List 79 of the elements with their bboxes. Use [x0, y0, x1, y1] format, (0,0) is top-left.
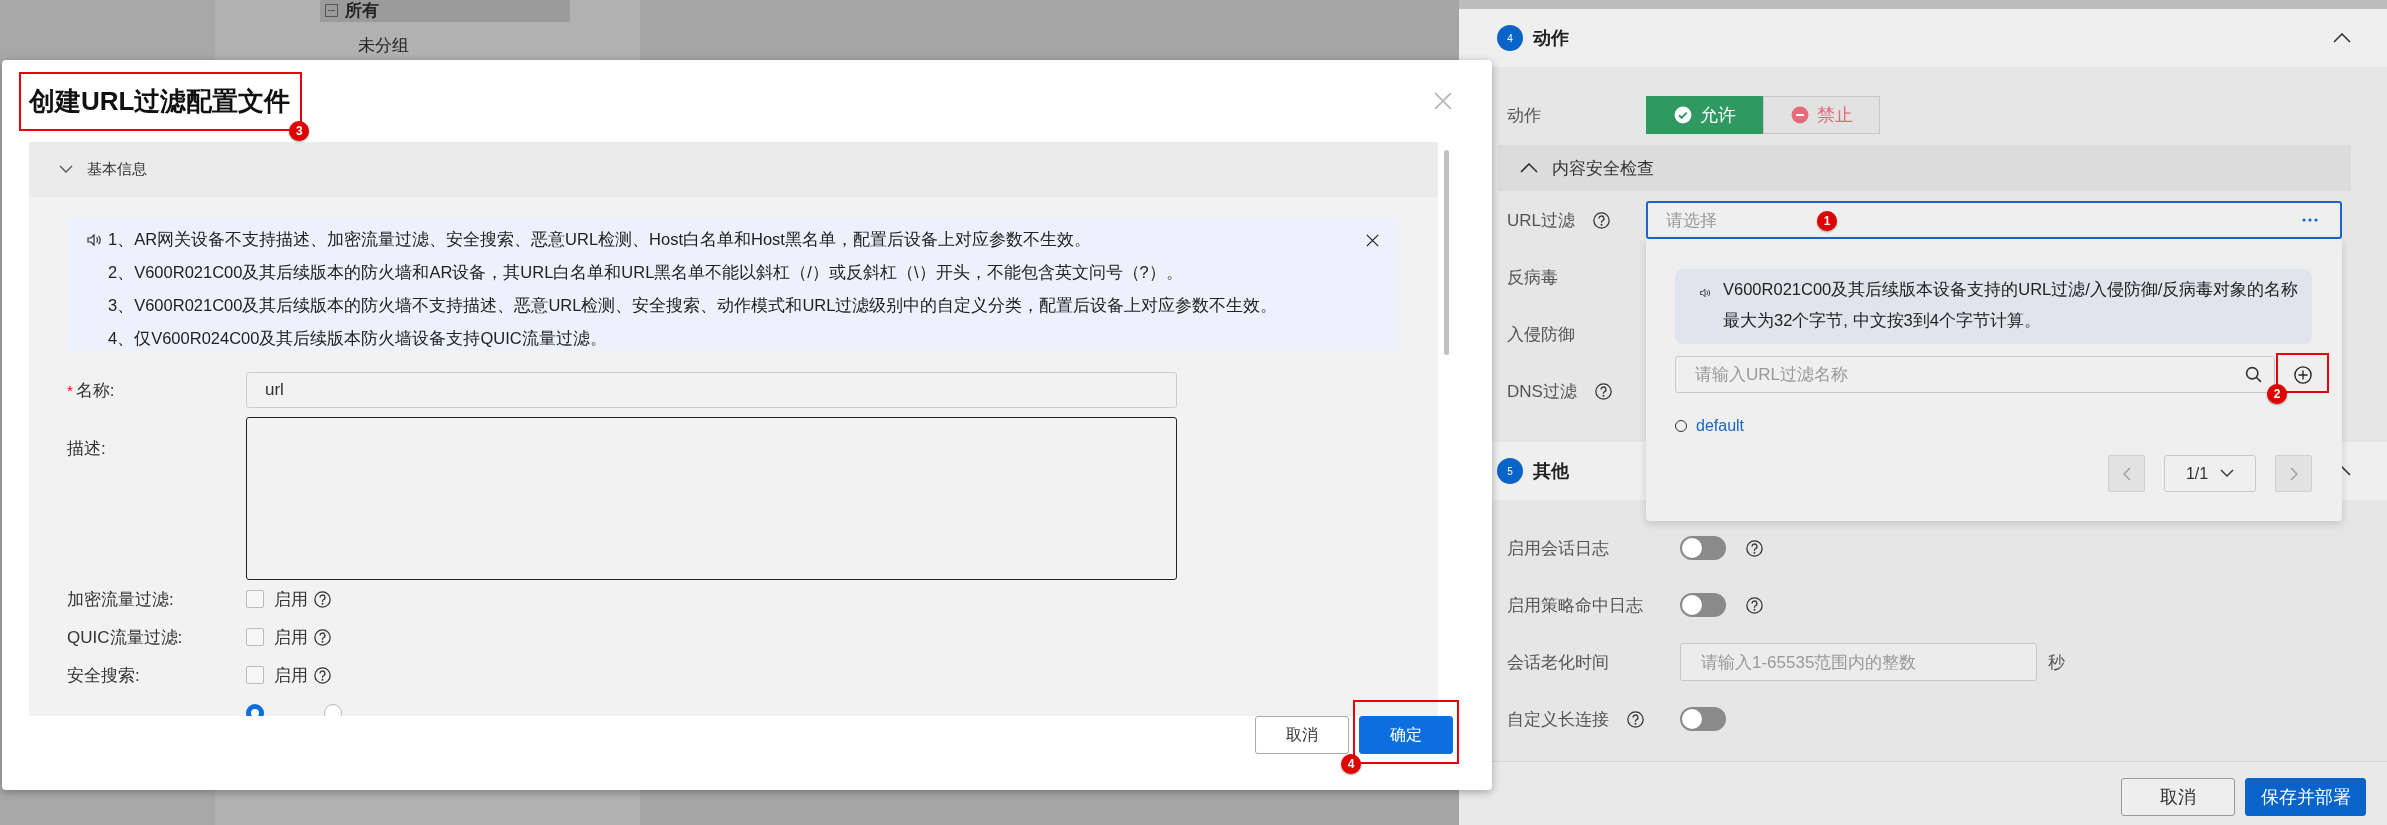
- tree-item[interactable]: 所有: [320, 0, 570, 22]
- toggle-switch[interactable]: [1680, 707, 1726, 731]
- field-label: 安全搜索:: [67, 664, 140, 687]
- name-field[interactable]: url: [246, 372, 1177, 408]
- checkbox[interactable]: [246, 666, 264, 684]
- dialog-title: 创建URL过滤配置文件: [29, 84, 291, 118]
- close-icon[interactable]: [1366, 234, 1379, 247]
- toggle-switch[interactable]: [1680, 536, 1726, 560]
- step-badge: 4: [1341, 754, 1361, 774]
- group-header[interactable]: 内容安全检查: [1498, 145, 2351, 191]
- select-field[interactable]: 请选择 1: [1646, 201, 2342, 239]
- checkbox[interactable]: [246, 590, 264, 608]
- chevron-right-icon: [2289, 466, 2298, 481]
- minus-circle-icon: [1790, 106, 1809, 124]
- field-label: URL过滤: [1507, 209, 1575, 232]
- search-icon[interactable]: [2245, 366, 2262, 383]
- unit-label: 秒: [2048, 651, 2065, 674]
- notice-text: 最大为32个字节, 中文按3到4个字节计算。: [1723, 310, 2042, 331]
- scrollbar[interactable]: [1444, 150, 1449, 355]
- confirm-button[interactable]: 确定: [1359, 716, 1453, 754]
- group-title: 内容安全检查: [1552, 157, 1654, 180]
- field-label: 名称:: [75, 379, 115, 402]
- field-label: DNS过滤: [1507, 380, 1577, 403]
- save-deploy-button[interactable]: 保存并部署: [2245, 777, 2366, 816]
- cancel-button[interactable]: 取消: [1255, 716, 1349, 754]
- help-icon[interactable]: [1593, 211, 1610, 229]
- field-label: 动作: [1507, 104, 1541, 127]
- chevron-down-icon[interactable]: [59, 165, 73, 174]
- step-badge: 2: [2267, 383, 2287, 404]
- description-field[interactable]: [246, 417, 1177, 580]
- check-circle-icon: [1673, 106, 1692, 124]
- collapse-icon[interactable]: [325, 3, 338, 17]
- field-label: 描述:: [67, 438, 106, 460]
- cancel-button[interactable]: 取消: [2121, 777, 2235, 816]
- option-item[interactable]: default: [1675, 413, 1745, 439]
- help-icon[interactable]: [314, 666, 331, 684]
- section-title: 其他: [1533, 460, 1569, 483]
- checkbox[interactable]: [246, 628, 264, 646]
- step-number: 5: [1497, 458, 1523, 484]
- chevron-left-icon: [2122, 466, 2131, 481]
- allow-toggle-button[interactable]: 允许: [1646, 96, 1763, 134]
- help-icon[interactable]: [1594, 382, 1612, 400]
- page-select[interactable]: 1/1: [2164, 455, 2256, 492]
- notice-text: 1、AR网关设备不支持描述、加密流量过滤、安全搜索、恶意URL检测、Host白名单和Host黑名单，配置后设备上对应参数不生效。: [108, 228, 1091, 250]
- option-label: 启用: [274, 588, 308, 611]
- notice-text: 3、V600R021C00及其后续版本的防火墙不支持描述、恶意URL检测、安全搜索、动作模式和URL过滤级别中的自定义分类，配置后设备上对应参数不生效。: [108, 294, 1278, 316]
- option-label: 启用: [274, 664, 308, 687]
- more-icon[interactable]: [2302, 218, 2318, 222]
- notice-text: 2、V600R021C00及其后续版本的防火墙和AR设备，其URL白名单和URL黑名单不能以斜杠（/）或反斜杠（\）开头，不能包含英文问号（?）。: [108, 261, 1183, 283]
- speaker-icon: [1699, 287, 1711, 299]
- add-button[interactable]: [2294, 365, 2312, 384]
- field-label: 加密流量过滤:: [67, 588, 174, 611]
- section-title: 动作: [1533, 27, 1569, 50]
- help-icon[interactable]: [314, 628, 331, 646]
- field-label: 自定义长连接: [1507, 708, 1609, 731]
- step-badge: 1: [1817, 210, 1837, 231]
- field-label: 会话老化时间: [1507, 651, 1609, 674]
- option-label: 启用: [274, 626, 308, 649]
- step-number: 4: [1497, 25, 1523, 51]
- field-label: 启用策略命中日志: [1507, 594, 1643, 617]
- notice-text: 4、仅V600R024C00及其后续版本防火墙设备支持QUIC流量过滤。: [108, 327, 607, 349]
- chevron-down-icon[interactable]: [2220, 469, 2235, 478]
- section-header[interactable]: 4 动作: [1459, 9, 2387, 67]
- tree-item[interactable]: 未分组: [320, 33, 570, 57]
- toggle-switch[interactable]: [1680, 593, 1726, 617]
- section-header[interactable]: 基本信息: [29, 142, 1438, 197]
- field-label: 启用会话日志: [1507, 537, 1609, 560]
- speaker-icon: [86, 231, 102, 248]
- field-label: QUIC流量过滤:: [67, 626, 183, 649]
- step-badge: 3: [289, 120, 310, 141]
- help-icon[interactable]: [1627, 710, 1644, 728]
- field-label: 入侵防御: [1507, 323, 1575, 346]
- help-icon[interactable]: [314, 590, 331, 608]
- help-icon[interactable]: [1746, 539, 1763, 557]
- section-title: 基本信息: [87, 160, 147, 179]
- help-icon[interactable]: [1746, 596, 1763, 614]
- required-mark: *: [67, 381, 73, 399]
- notice-text: V600R021C00及其后续版本设备支持的URL过滤/入侵防御/反病毒对象的名称: [1723, 279, 2299, 300]
- field-label: 反病毒: [1507, 266, 1558, 289]
